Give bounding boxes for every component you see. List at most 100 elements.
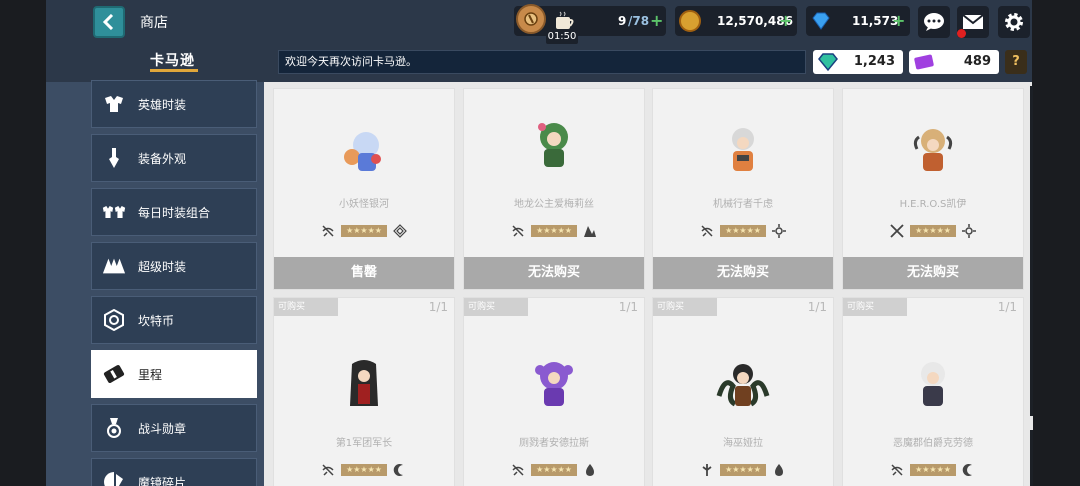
product-card[interactable]: 机械行者千虑 ★★★★★ 无法购买 — [652, 88, 834, 290]
mail-icon — [962, 14, 984, 29]
costume-thumbnail — [732, 128, 754, 171]
costume-thumbnail — [538, 123, 568, 167]
settings-button[interactable] — [998, 6, 1030, 38]
costume-name: 厕戮者安德拉斯 — [519, 438, 589, 449]
unavailable-button[interactable]: 无法购买 — [464, 257, 644, 289]
chat-button[interactable] — [918, 6, 950, 38]
costume-attributes: ★★★★★ — [653, 463, 833, 477]
unavailable-button[interactable]: 无法购买 — [653, 257, 833, 289]
currency-a-counter[interactable]: 1,243 — [813, 50, 903, 74]
star-rating: ★★★★★ — [720, 464, 766, 476]
brand-label: 卡马逊 — [150, 53, 195, 69]
costume-attributes: ★★★★★ — [843, 224, 1023, 238]
sidebar-item-label: 英雄时装 — [138, 97, 187, 112]
product-card[interactable]: 可购买 1/1 恶魔郡伯爵克劳德 ★★★★★ — [842, 297, 1024, 486]
sidebar-item-label: 战斗勋章 — [138, 421, 187, 436]
costume-attributes: ★★★★★ — [653, 224, 833, 238]
costume-name: 海巫娅拉 — [723, 438, 763, 449]
sidebar-item-mileage[interactable]: 里程 — [91, 350, 257, 398]
sidebar-item-daily-bundle[interactable]: 每日时装组合 — [91, 188, 257, 236]
product-card[interactable]: 可购买 1/1 第1军团军长 ★★★★★ — [273, 297, 455, 486]
sidebar-item-super-costume[interactable]: 超级时装 — [91, 242, 257, 290]
sidebar-item-battle-medal[interactable]: 战斗勋章 — [91, 404, 257, 452]
sidebar-item-hero-costume[interactable]: 英雄时装 — [91, 80, 257, 128]
product-card[interactable]: 可购买 1/1 海巫娅拉 ★★★★★ — [652, 297, 834, 486]
back-button[interactable] — [93, 6, 125, 38]
gold-coin-icon — [679, 10, 701, 32]
bow-icon — [512, 464, 524, 476]
mail-button[interactable] — [957, 6, 989, 38]
stamina-max: /78 — [628, 14, 650, 28]
star-rating: ★★★★★ — [910, 225, 956, 237]
stamina-counter[interactable]: 9 /78 + — [514, 4, 666, 36]
costume-name: H.E.R.O.S凯伊 — [899, 199, 967, 210]
purchase-limit: 1/1 — [997, 300, 1017, 314]
coffee-cup-icon — [556, 11, 574, 29]
sidebar-item-label: 超级时装 — [138, 259, 187, 274]
diamond-icon — [812, 12, 830, 30]
stamina-plus-button[interactable]: + — [650, 11, 663, 30]
sun-element-icon — [962, 224, 976, 238]
costume-thumbnail — [535, 362, 573, 406]
sidebar-item-label: 里程 — [138, 367, 163, 382]
compass-icon — [516, 4, 546, 34]
gear-icon — [1005, 13, 1023, 31]
crystal-icon — [818, 53, 838, 72]
costume-name: 第1军团军长 — [335, 438, 393, 449]
moon-element-icon — [393, 464, 403, 476]
unavailable-button[interactable]: 无法购买 — [843, 257, 1023, 289]
gem-plus-button[interactable]: + — [892, 11, 905, 30]
costume-thumbnail — [716, 364, 770, 407]
sidebar-item-mirror-shard[interactable]: 魔镜碎片 — [91, 458, 257, 486]
product-card[interactable]: 小妖怪银河 ★★★★★ 售罄 — [273, 88, 455, 290]
page-title: 商店 — [140, 15, 168, 31]
product-card[interactable]: 地龙公主爱梅莉丝 ★★★★★ 无法购买 — [463, 88, 645, 290]
bow-icon — [322, 464, 334, 476]
product-card[interactable]: 可购买 1/1 厕戮者安德拉斯 ★★★★★ — [463, 297, 645, 486]
scrollbar-thumb[interactable] — [1030, 416, 1033, 430]
costume-thumbnail — [344, 132, 381, 171]
costume-attributes: ★★★★★ — [464, 224, 644, 238]
right-margin — [1032, 0, 1080, 486]
purchasable-tag: 可购买 — [274, 298, 338, 316]
costume-name: 恶魔郡伯爵克劳德 — [893, 438, 973, 449]
help-button[interactable]: ? — [1005, 50, 1027, 74]
staff-icon — [702, 464, 712, 476]
currency-b-counter[interactable]: 489 — [909, 50, 999, 74]
star-rating: ★★★★★ — [341, 225, 387, 237]
diamond-element-icon — [393, 224, 407, 238]
medal-icon — [102, 416, 126, 440]
gold-plus-button[interactable]: + — [779, 11, 792, 30]
star-rating: ★★★★★ — [910, 464, 956, 476]
currency-a-value: 1,243 — [853, 54, 895, 69]
super-costume-icon — [102, 254, 126, 278]
kanter-coin-icon — [102, 308, 126, 332]
sidebar-item-label: 装备外观 — [138, 151, 187, 166]
bow-icon — [701, 225, 713, 237]
mileage-icon — [102, 362, 126, 386]
costume-attributes: ★★★★★ — [274, 224, 454, 238]
ticket-icon — [914, 54, 934, 70]
water-element-icon — [775, 464, 783, 476]
chat-icon — [924, 13, 944, 31]
brand-underline — [150, 69, 198, 72]
sidebar-item-kanter-coin[interactable]: 坎特币 — [91, 296, 257, 344]
gold-counter[interactable]: 12,570,486 + — [675, 6, 797, 36]
notice-banner: 欢迎今天再次访问卡马逊。 — [278, 50, 806, 74]
gem-counter[interactable]: 11,573 + — [806, 6, 910, 36]
purchase-limit: 1/1 — [428, 300, 448, 314]
stamina-value: 9 — [618, 14, 627, 28]
costume-name: 机械行者千虑 — [713, 199, 773, 210]
costume-attributes: ★★★★★ — [274, 463, 454, 477]
moon-element-icon — [962, 464, 972, 476]
sidebar-item-equipment-skin[interactable]: 装备外观 — [91, 134, 257, 182]
sold-out-button[interactable]: 售罄 — [274, 257, 454, 289]
stamina-timer: 01:50 — [546, 30, 578, 44]
sun-element-icon — [772, 224, 786, 238]
left-margin — [0, 0, 46, 486]
sidebar-item-label: 每日时装组合 — [138, 205, 211, 220]
equipment-skin-icon — [102, 146, 126, 170]
product-card[interactable]: H.E.R.O.S凯伊 ★★★★★ 无法购买 — [842, 88, 1024, 290]
mountain-element-icon — [584, 226, 596, 237]
sidebar-item-label: 魔镜碎片 — [138, 475, 187, 486]
